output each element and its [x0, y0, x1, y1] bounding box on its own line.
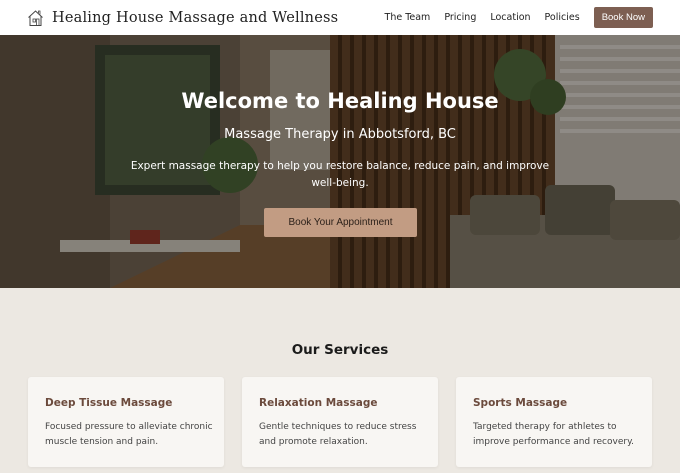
service-card-description: Focused pressure to alleviate chronic mu…: [45, 422, 213, 447]
book-appointment-button[interactable]: Book Your Appointment: [264, 208, 417, 237]
nav-link-location[interactable]: Location: [490, 12, 530, 23]
nav-link-policies[interactable]: Policies: [545, 12, 580, 23]
service-card-sports[interactable]: Sports Massage Targeted therapy for athl…: [456, 377, 652, 467]
brand[interactable]: Healing House Massage and Wellness: [27, 9, 338, 27]
house-icon: [28, 9, 43, 26]
book-now-button[interactable]: Book Now: [593, 7, 653, 28]
nav-link-the-team[interactable]: The Team: [385, 12, 431, 23]
services-section: Our Services Deep Tissue Massage Focused…: [0, 288, 680, 473]
service-card-title: Relaxation Massage: [259, 397, 378, 409]
hero-section: Welcome to Healing House Massage Therapy…: [0, 35, 680, 288]
hero-subtitle: Massage Therapy in Abbotsford, BC: [224, 127, 456, 142]
services-title: Our Services: [291, 342, 389, 358]
service-card-description: Targeted therapy for athletes to improve…: [473, 422, 634, 447]
brand-name: Healing House Massage and Wellness: [52, 9, 339, 26]
nav-link-pricing[interactable]: Pricing: [444, 12, 476, 23]
service-card-title: Sports Massage: [473, 397, 568, 409]
service-card-description: Gentle techniques to reduce stress and p…: [259, 422, 417, 447]
nav-links: The Team Pricing Location Policies Book …: [371, 7, 653, 28]
service-card-relaxation[interactable]: Relaxation Massage Gentle techniques to …: [242, 377, 438, 467]
service-card-title: Deep Tissue Massage: [45, 397, 173, 409]
hero-description: Expert massage therapy to help you resto…: [130, 160, 550, 189]
hero-content: Welcome to Healing House Massage Therapy…: [0, 35, 680, 288]
top-nav: Healing House Massage and Wellness The T…: [0, 0, 680, 35]
hero-title: Welcome to Healing House: [181, 89, 499, 113]
service-card-deep-tissue[interactable]: Deep Tissue Massage Focused pressure to …: [28, 377, 224, 467]
